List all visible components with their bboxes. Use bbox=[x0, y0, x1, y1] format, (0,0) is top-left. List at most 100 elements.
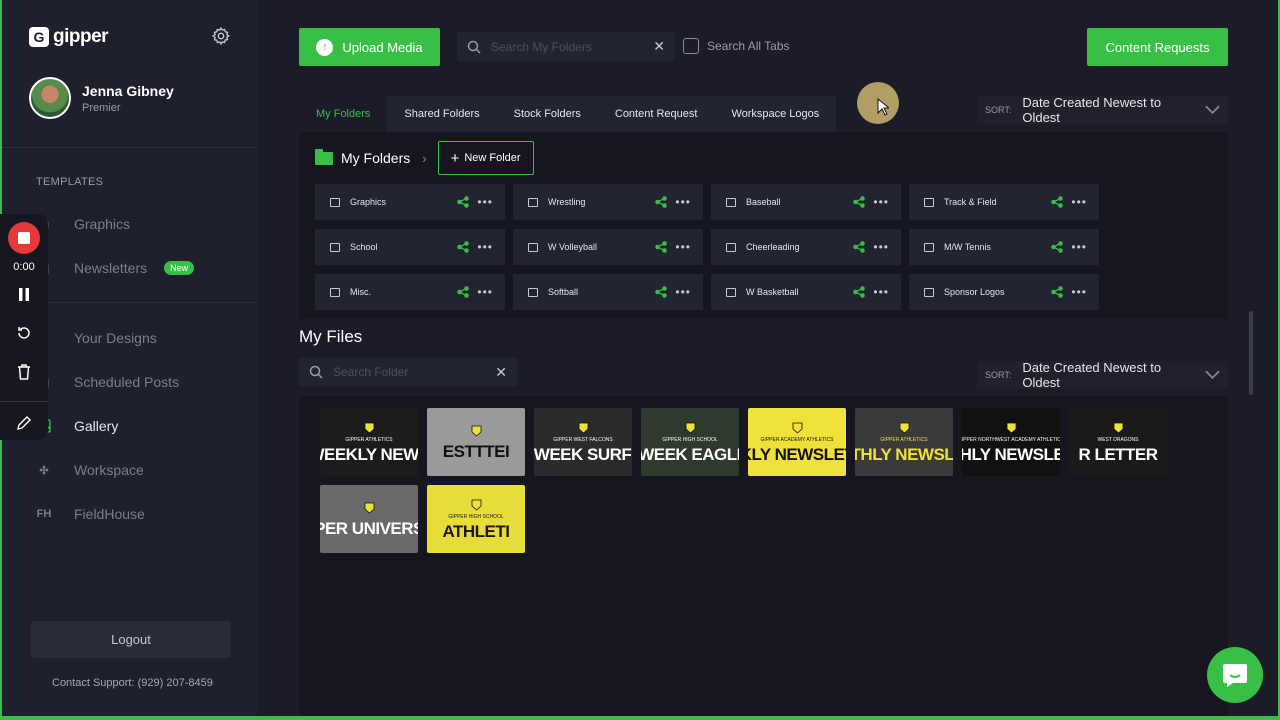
sidebar-item-graphics[interactable]: ▢ Graphics bbox=[36, 212, 130, 236]
sidebar-item-label: Scheduled Posts bbox=[74, 374, 180, 390]
content-requests-button[interactable]: Content Requests bbox=[1087, 28, 1228, 66]
more-options-icon[interactable]: ••• bbox=[477, 195, 493, 209]
files-title: My Files bbox=[299, 327, 363, 346]
sidebar-item-fieldhouse[interactable]: FH FieldHouse bbox=[36, 502, 145, 526]
tab-content-request[interactable]: Content Request bbox=[598, 96, 715, 132]
folder-tile[interactable]: Graphics ••• bbox=[315, 184, 505, 220]
folder-name: M/W Tennis bbox=[944, 242, 991, 252]
share-icon[interactable] bbox=[457, 286, 470, 298]
share-icon[interactable] bbox=[655, 196, 668, 208]
folder-tile[interactable]: Track & Field ••• bbox=[909, 184, 1099, 220]
sidebar-item-newsletters[interactable]: ▤ Newsletters New bbox=[36, 256, 195, 280]
file-thumbnail[interactable]: GIPPER ATHLETICSWEEKLY NEWS bbox=[320, 408, 418, 476]
upload-media-button[interactable]: ↑ Upload Media bbox=[299, 28, 440, 66]
file-thumbnail[interactable]: GIPPER HIGH SCHOOL ATHLETI bbox=[427, 485, 525, 553]
stop-recording-button[interactable] bbox=[8, 222, 40, 254]
folder-outline-icon bbox=[528, 287, 538, 297]
folder-tile[interactable]: Softball ••• bbox=[513, 274, 703, 310]
folder-tile[interactable]: Wrestling ••• bbox=[513, 184, 703, 220]
fieldhouse-icon: FH bbox=[36, 508, 52, 520]
more-options-icon[interactable]: ••• bbox=[477, 240, 493, 254]
more-options-icon[interactable]: ••• bbox=[1071, 240, 1087, 254]
gipper-logo[interactable]: G gipper bbox=[29, 26, 109, 48]
clear-search-icon[interactable]: ✕ bbox=[495, 364, 507, 381]
share-icon[interactable] bbox=[655, 286, 668, 298]
search-all-tabs-checkbox[interactable] bbox=[683, 38, 699, 54]
more-options-icon[interactable]: ••• bbox=[873, 195, 889, 209]
gear-icon[interactable] bbox=[211, 26, 231, 46]
files-sort-dropdown[interactable]: SORT: Date Created Newest to Oldest bbox=[977, 360, 1228, 390]
crest-icon bbox=[578, 422, 588, 434]
share-icon[interactable] bbox=[1051, 286, 1064, 298]
new-folder-button[interactable]: + New Folder bbox=[437, 141, 534, 175]
screen-recorder-widget: 0:00 bbox=[0, 214, 48, 440]
file-thumbnail[interactable]: PER UNIVERS bbox=[320, 485, 418, 553]
tab-my-folders[interactable]: My Folders bbox=[299, 96, 388, 132]
sidebar-item-scheduled-posts[interactable]: ▦ Scheduled Posts bbox=[36, 370, 179, 394]
more-options-icon[interactable]: ••• bbox=[873, 285, 889, 299]
more-options-icon[interactable]: ••• bbox=[675, 285, 691, 299]
share-icon[interactable] bbox=[853, 286, 866, 298]
sidebar-item-your-designs[interactable]: ✎ Your Designs bbox=[36, 326, 156, 350]
folder-tile[interactable]: W Basketball ••• bbox=[711, 274, 901, 310]
user-profile[interactable]: Jenna Gibney Premier bbox=[29, 77, 174, 119]
tab-workspace-logos[interactable]: Workspace Logos bbox=[714, 96, 836, 132]
draw-pen-icon[interactable] bbox=[14, 413, 34, 433]
folder-tile[interactable]: M/W Tennis ••• bbox=[909, 229, 1099, 265]
share-icon[interactable] bbox=[1051, 196, 1064, 208]
file-thumbnail[interactable]: GIPPER HIGH SCHOOLTHE WEEK EAGLE REI bbox=[641, 408, 739, 476]
file-thumbnail[interactable]: GIPPER NORTHWEST ACADEMY ATHLETICSNTHLY … bbox=[962, 408, 1060, 476]
folders-scrollbar[interactable] bbox=[1249, 311, 1253, 395]
sidebar-item-label: Gallery bbox=[74, 418, 119, 434]
file-thumbnail[interactable]: GIPPER WEST FALCONSTHE WEEK SURF REP bbox=[534, 408, 632, 476]
thumbnail-title: MONTHLY NEWSLETTE bbox=[855, 444, 953, 464]
new-folder-label: New Folder bbox=[464, 152, 521, 164]
share-icon[interactable] bbox=[655, 241, 668, 253]
thumbnail-title: ATHLETI bbox=[442, 521, 510, 541]
sidebar-item-gallery[interactable]: Gallery bbox=[36, 414, 118, 438]
restart-icon[interactable] bbox=[14, 323, 34, 343]
share-icon[interactable] bbox=[853, 241, 866, 253]
more-options-icon[interactable]: ••• bbox=[1071, 285, 1087, 299]
sort-label: SORT: bbox=[985, 370, 1012, 380]
plus-icon: + bbox=[450, 149, 460, 167]
folder-name: Misc. bbox=[350, 287, 371, 297]
file-thumbnail[interactable]: WEST DRAGONS R LETTER bbox=[1069, 408, 1167, 476]
share-icon[interactable] bbox=[457, 196, 470, 208]
more-options-icon[interactable]: ••• bbox=[675, 240, 691, 254]
more-options-icon[interactable]: ••• bbox=[477, 285, 493, 299]
file-thumbnail[interactable]: GIPPER ATHLETICSMONTHLY NEWSLETTE bbox=[855, 408, 953, 476]
chat-support-button[interactable] bbox=[1207, 647, 1263, 703]
file-thumbnail[interactable]: ESTTTEI bbox=[427, 408, 525, 476]
search-icon bbox=[467, 40, 481, 54]
folder-tile[interactable]: Cheerleading ••• bbox=[711, 229, 901, 265]
file-thumbnail[interactable]: GIPPER ACADEMY ATHLETICSKLY NEWSLET bbox=[748, 408, 846, 476]
trash-icon[interactable] bbox=[14, 362, 34, 382]
clear-search-icon[interactable]: ✕ bbox=[653, 38, 665, 55]
sidebar-item-label: Graphics bbox=[74, 216, 131, 232]
more-options-icon[interactable]: ••• bbox=[675, 195, 691, 209]
folder-search-box: ✕ bbox=[457, 32, 675, 61]
sidebar-item-workspace[interactable]: ✣ Workspace bbox=[36, 458, 143, 482]
chevron-down-icon bbox=[1205, 370, 1220, 380]
folder-tile[interactable]: Baseball ••• bbox=[711, 184, 901, 220]
folder-tile[interactable]: Misc. ••• bbox=[315, 274, 505, 310]
more-options-icon[interactable]: ••• bbox=[873, 240, 889, 254]
logout-button[interactable]: Logout bbox=[31, 621, 231, 658]
folders-sort-dropdown[interactable]: SORT: Date Created Newest to Oldest bbox=[977, 95, 1228, 125]
share-icon[interactable] bbox=[457, 241, 470, 253]
share-icon[interactable] bbox=[853, 196, 866, 208]
share-icon[interactable] bbox=[1051, 241, 1064, 253]
crest-icon bbox=[364, 422, 374, 434]
folder-tile[interactable]: School ••• bbox=[315, 229, 505, 265]
folder-tile[interactable]: Sponsor Logos ••• bbox=[909, 274, 1099, 310]
more-options-icon[interactable]: ••• bbox=[1071, 195, 1087, 209]
folder-name: W Volleyball bbox=[548, 242, 598, 252]
tab-stock-folders[interactable]: Stock Folders bbox=[497, 96, 598, 132]
tab-shared-folders[interactable]: Shared Folders bbox=[387, 96, 496, 132]
pause-icon[interactable] bbox=[14, 284, 34, 304]
search-all-tabs-toggle[interactable]: Search All Tabs bbox=[683, 38, 790, 54]
folder-tile[interactable]: W Volleyball ••• bbox=[513, 229, 703, 265]
search-folders-input[interactable] bbox=[491, 39, 654, 54]
search-folder-input[interactable] bbox=[333, 365, 496, 379]
